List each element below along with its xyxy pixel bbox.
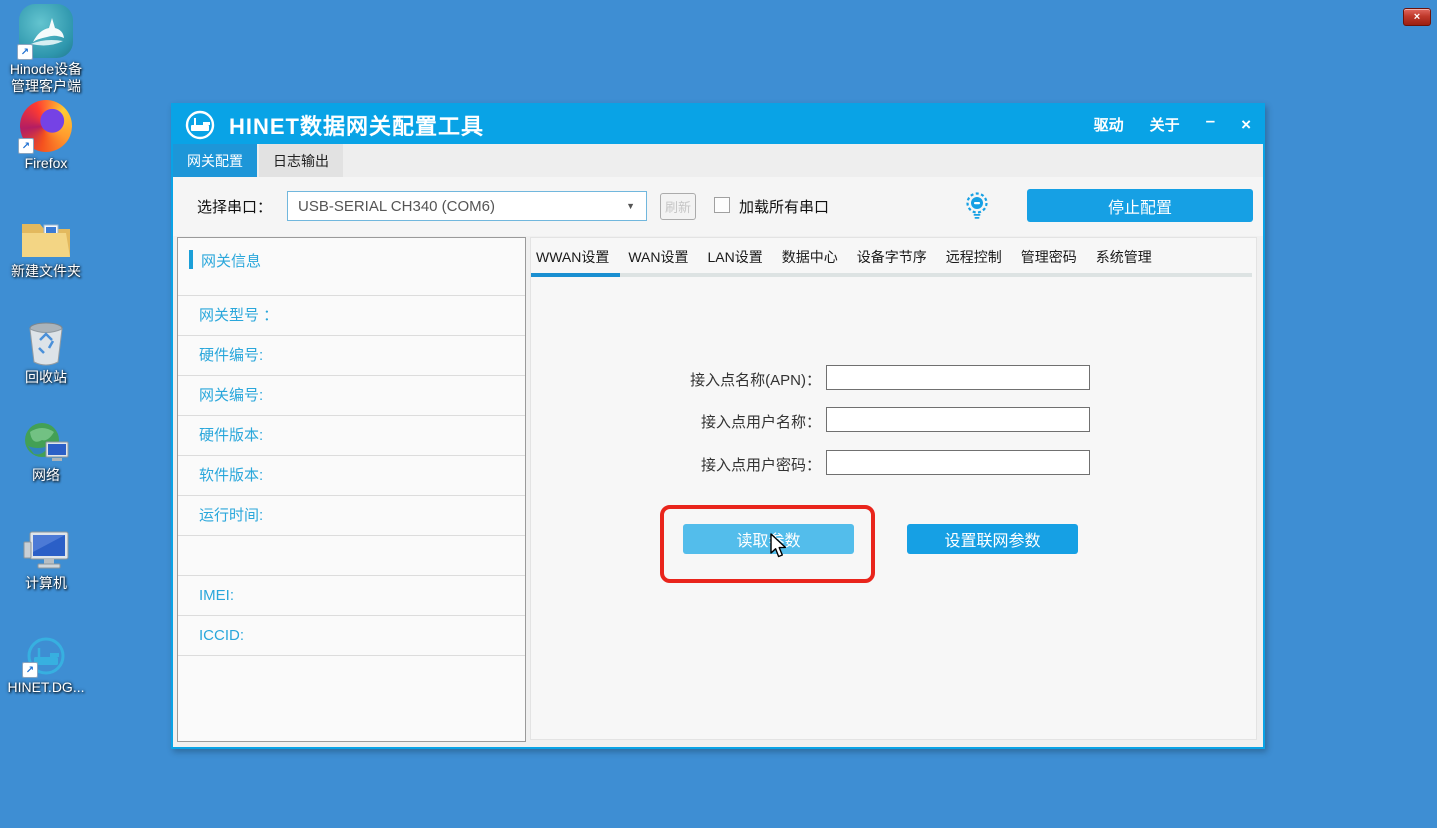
apn-username-label: 接入点用户名称：	[621, 411, 821, 432]
app-logo-icon	[185, 110, 215, 140]
info-row-hardware-version: 硬件版本:	[178, 416, 525, 456]
titlebar: HINET数据网关配置工具 驱动 关于 – ×	[173, 105, 1263, 144]
shortcut-arrow-icon: ↗	[17, 44, 33, 60]
settings-panel: WWAN设置 WAN设置 LAN设置 数据中心 设备字节序 远程控制 管理密码 …	[530, 237, 1257, 740]
desktop-icon-label: HINET.DG...	[7, 679, 84, 696]
apn-password-input[interactable]	[826, 450, 1090, 475]
load-all-ports-label: 加载所有串口	[739, 196, 829, 217]
info-row-software-version: 软件版本:	[178, 456, 525, 496]
apn-username-input[interactable]	[826, 407, 1090, 432]
folder-icon	[20, 216, 72, 260]
read-params-button[interactable]: 读取参数	[683, 524, 854, 554]
gateway-info-panel: 网关信息 网关型号 ： 硬件编号: 网关编号: 硬件版本: 软件版本: 运行时间…	[177, 237, 526, 742]
viewer-close-button[interactable]: ×	[1403, 8, 1431, 26]
tab-log-output[interactable]: 日志输出	[259, 144, 343, 177]
tab-gateway-config[interactable]: 网关配置	[173, 144, 257, 177]
info-row-imei: IMEI:	[178, 576, 525, 616]
tab-wwan-settings[interactable]: WWAN设置	[536, 247, 609, 267]
apn-input[interactable]	[826, 365, 1090, 390]
info-row-blank	[178, 536, 525, 576]
desktop-icon-label: 网络	[32, 467, 60, 484]
desktop-icon-firefox[interactable]: ↗ Firefox	[0, 100, 92, 172]
desktop-icon-label: Hinode设备	[10, 61, 82, 78]
apn-label: 接入点名称(APN)：	[621, 369, 821, 390]
about-button[interactable]: 关于	[1150, 114, 1180, 135]
tab-admin-password[interactable]: 管理密码	[1021, 247, 1077, 267]
info-row-uptime: 运行时间:	[178, 496, 525, 536]
window-title: HINET数据网关配置工具	[229, 109, 484, 141]
info-row-iccid: ICCID:	[178, 616, 525, 656]
app-window: HINET数据网关配置工具 驱动 关于 – × 网关配置 日志输出 选择串口： …	[171, 103, 1265, 749]
tab-wan-settings[interactable]: WAN设置	[628, 247, 688, 267]
tab-lan-settings[interactable]: LAN设置	[708, 247, 763, 267]
serial-port-select[interactable]: USB-SERIAL CH340 (COM6) ▼	[287, 191, 647, 221]
desktop-icon-hinode-client[interactable]: ↗ Hinode设备 管理客户端	[0, 4, 92, 95]
desktop-icon-network[interactable]: 网络	[0, 420, 92, 484]
serial-port-label: 选择串口：	[197, 196, 272, 217]
settings-tab-bar: WWAN设置 WAN设置 LAN设置 数据中心 设备字节序 远程控制 管理密码 …	[531, 238, 1256, 273]
info-row-gateway-number: 网关编号:	[178, 376, 525, 416]
gateway-info-header: 网关信息	[178, 238, 525, 296]
desktop-icon-label: Firefox	[25, 155, 68, 172]
refresh-button[interactable]: 刷新	[660, 193, 696, 220]
tab-underline-track	[531, 273, 1252, 277]
desktop-icon-label: 管理客户端	[10, 78, 82, 95]
close-button[interactable]: ×	[1241, 115, 1251, 135]
gateway-info-title: 网关信息	[201, 250, 261, 271]
active-tab-indicator	[531, 273, 620, 277]
desktop-icon-computer[interactable]: 计算机	[0, 528, 92, 592]
desktop-icon-hinet-dg[interactable]: ↗ HINET.DG...	[0, 636, 92, 696]
minimize-button[interactable]: –	[1206, 111, 1215, 131]
accent-bar	[189, 250, 193, 269]
serial-port-value: USB-SERIAL CH340 (COM6)	[288, 198, 626, 215]
set-network-params-button[interactable]: 设置联网参数	[907, 524, 1078, 554]
desktop-icon-label: 计算机	[25, 575, 67, 592]
network-icon	[22, 420, 70, 464]
desktop-icon-recycle-bin[interactable]: 回收站	[0, 320, 92, 386]
desktop-icon-label: 新建文件夹	[11, 263, 81, 280]
load-all-ports-checkbox[interactable]	[714, 197, 730, 213]
window-tab-bar: 网关配置 日志输出	[173, 144, 1263, 177]
info-row-hardware-number: 硬件编号:	[178, 336, 525, 376]
tab-data-center[interactable]: 数据中心	[782, 247, 838, 267]
computer-icon	[20, 528, 72, 572]
shortcut-arrow-icon: ↗	[22, 662, 38, 678]
desktop-icon-label: 回收站	[25, 369, 67, 386]
serial-port-row: 选择串口： USB-SERIAL CH340 (COM6) ▼ 刷新 加载所有串…	[173, 177, 1263, 236]
tab-device-byte-order[interactable]: 设备字节序	[857, 247, 927, 267]
shortcut-arrow-icon: ↗	[18, 138, 34, 154]
apn-password-label: 接入点用户密码：	[621, 454, 821, 475]
desktop-icon-new-folder[interactable]: 新建文件夹	[0, 216, 92, 280]
bulb-status-icon	[965, 192, 989, 220]
driver-button[interactable]: 驱动	[1094, 114, 1124, 135]
tab-remote-control[interactable]: 远程控制	[946, 247, 1002, 267]
info-row-gateway-model: 网关型号 ：	[178, 296, 525, 336]
tab-system-management[interactable]: 系统管理	[1096, 247, 1152, 267]
recycle-bin-icon	[24, 320, 68, 366]
stop-config-button[interactable]: 停止配置	[1027, 189, 1253, 222]
chevron-down-icon: ▼	[626, 201, 646, 211]
